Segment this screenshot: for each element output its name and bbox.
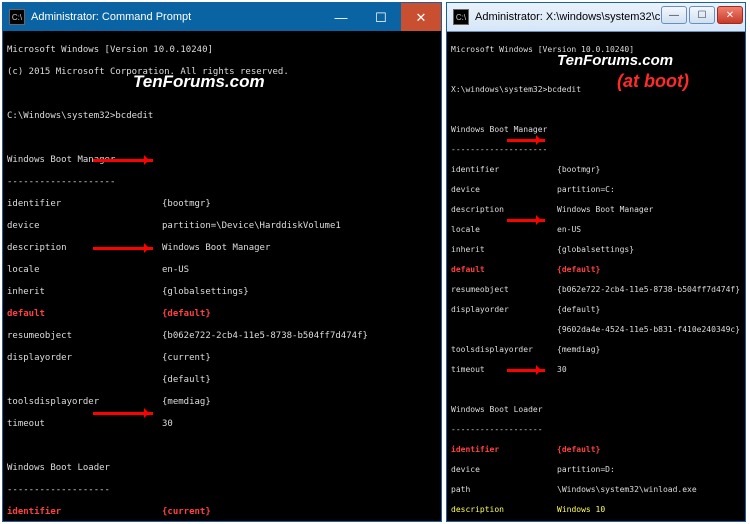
title-text: Administrator: X:\windows\system32\cmd.e… (475, 12, 661, 23)
section-title: Windows Boot Manager (7, 155, 437, 166)
identifier-key: identifier (7, 507, 162, 518)
maximize-button[interactable]: ☐ (361, 3, 401, 31)
close-button[interactable]: ✕ (717, 6, 743, 24)
identifier-value: {default} (557, 445, 600, 455)
default-key: default (451, 265, 557, 275)
identifier-value: {current} (162, 507, 211, 518)
header-line: Microsoft Windows [Version 10.0.10240] (7, 45, 437, 56)
minimize-button[interactable]: — (661, 6, 687, 24)
arrow-icon (507, 139, 545, 142)
title-text: Administrator: Command Prompt (31, 12, 321, 23)
minimize-button[interactable]: — (321, 3, 361, 31)
section-rule: ------------------- (7, 485, 437, 496)
section-title: Windows Boot Loader (7, 463, 437, 474)
header-line: Microsoft Windows [Version 10.0.10240] (451, 45, 741, 55)
section-rule: -------------------- (451, 145, 741, 155)
window-controls: — ☐ ✕ (661, 3, 745, 31)
command: bcdedit (115, 111, 153, 121)
close-button[interactable]: ✕ (401, 3, 441, 31)
cmd-window-win7: C:\ Administrator: X:\windows\system32\c… (446, 2, 746, 522)
cmd-icon: C:\ (9, 9, 25, 25)
default-value: {default} (162, 309, 211, 320)
default-value: {default} (557, 265, 600, 275)
section-title: Windows Boot Manager (451, 125, 741, 135)
default-key: default (7, 309, 162, 320)
identifier-key: identifier (451, 445, 557, 455)
section-rule: ------------------- (451, 425, 741, 435)
section-title: Windows Boot Loader (451, 405, 741, 415)
prompt: C:\Windows\system32> (7, 111, 115, 121)
command: bcdedit (547, 85, 581, 94)
header-line: (c) 2015 Microsoft Corporation. All righ… (7, 67, 437, 78)
arrow-icon (507, 219, 545, 222)
prompt: X:\windows\system32> (451, 85, 547, 94)
cmd-icon: C:\ (453, 9, 469, 25)
arrow-icon (93, 412, 153, 415)
cmd-window-win10: C:\ Administrator: Command Prompt — ☐ ✕ … (2, 2, 442, 522)
titlebar[interactable]: C:\ Administrator: X:\windows\system32\c… (447, 3, 745, 32)
terminal-output[interactable]: Microsoft Windows [Version 10.0.10240] (… (3, 31, 441, 521)
window-controls: — ☐ ✕ (321, 3, 441, 31)
terminal-output[interactable]: Microsoft Windows [Version 10.0.10240] X… (447, 32, 745, 521)
description-key: description (451, 505, 557, 515)
titlebar[interactable]: C:\ Administrator: Command Prompt — ☐ ✕ (3, 3, 441, 31)
description-value: Windows 10 (557, 505, 605, 515)
maximize-button[interactable]: ☐ (689, 6, 715, 24)
section-rule: -------------------- (7, 177, 437, 188)
